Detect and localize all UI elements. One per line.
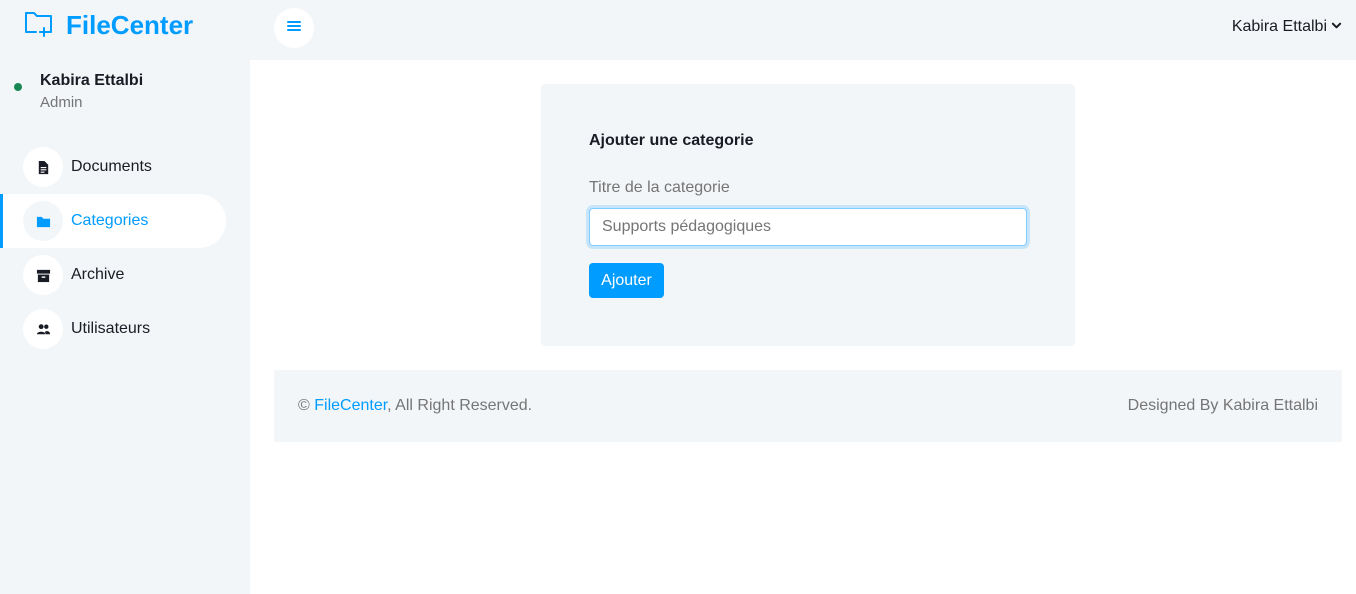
footer-designed-by: Designed By Kabira Ettalbi xyxy=(1127,397,1318,414)
sidebar-item-documents[interactable]: Documents xyxy=(0,140,250,194)
footer-rights-text: , All Right Reserved. xyxy=(387,397,533,414)
sidebar-item-categories[interactable]: Categories xyxy=(0,194,226,248)
user-menu-dropdown[interactable]: Kabira Ettalbi xyxy=(1232,18,1342,36)
sidebar-item-label: Documents xyxy=(71,158,152,175)
sidebar-item-label: Categories xyxy=(71,212,149,229)
footer: © FileCenter, All Right Reserved. Design… xyxy=(274,370,1342,442)
footer-copyright: © FileCenter, All Right Reserved. xyxy=(298,397,532,415)
add-category-card: Ajouter une categorie Titre de la catego… xyxy=(541,84,1075,346)
file-alt-icon xyxy=(23,147,63,187)
sidebar-user-role: Admin xyxy=(40,94,83,111)
sidebar-item-archive[interactable]: Archive xyxy=(0,248,250,302)
sidebar-user-name: Kabira Ettalbi xyxy=(40,72,144,89)
brand-logo[interactable]: FileCenter xyxy=(24,8,193,43)
sidebar: FileCenter Kabira Ettalbi Admin Document… xyxy=(0,0,250,594)
topbar: Kabira Ettalbi xyxy=(250,0,1356,60)
add-category-button[interactable]: Ajouter xyxy=(589,263,664,298)
category-title-input[interactable] xyxy=(589,208,1027,246)
brand-name: FileCenter xyxy=(66,10,194,40)
folder-icon xyxy=(23,201,63,241)
category-title-label: Titre de la categorie xyxy=(589,179,730,196)
online-status-dot xyxy=(14,83,22,91)
sidebar-user: Kabira Ettalbi Admin xyxy=(14,70,143,114)
users-icon xyxy=(23,309,63,349)
footer-brand-link[interactable]: FileCenter xyxy=(314,397,387,414)
sidebar-item-label: Archive xyxy=(71,266,125,283)
form-title: Ajouter une categorie xyxy=(589,132,754,149)
archive-icon xyxy=(23,255,63,295)
sidebar-toggle-button[interactable] xyxy=(274,8,314,48)
chevron-down-icon xyxy=(1327,18,1342,36)
sidebar-item-label: Utilisateurs xyxy=(71,320,151,337)
sidebar-item-utilisateurs[interactable]: Utilisateurs xyxy=(0,302,250,356)
folder-plus-icon xyxy=(24,8,54,43)
copyright-symbol: © xyxy=(298,397,310,414)
bars-icon xyxy=(286,18,302,39)
sidebar-nav: Documents Categories Archive Utilisateur… xyxy=(0,140,250,356)
user-menu-label: Kabira Ettalbi xyxy=(1231,18,1327,35)
